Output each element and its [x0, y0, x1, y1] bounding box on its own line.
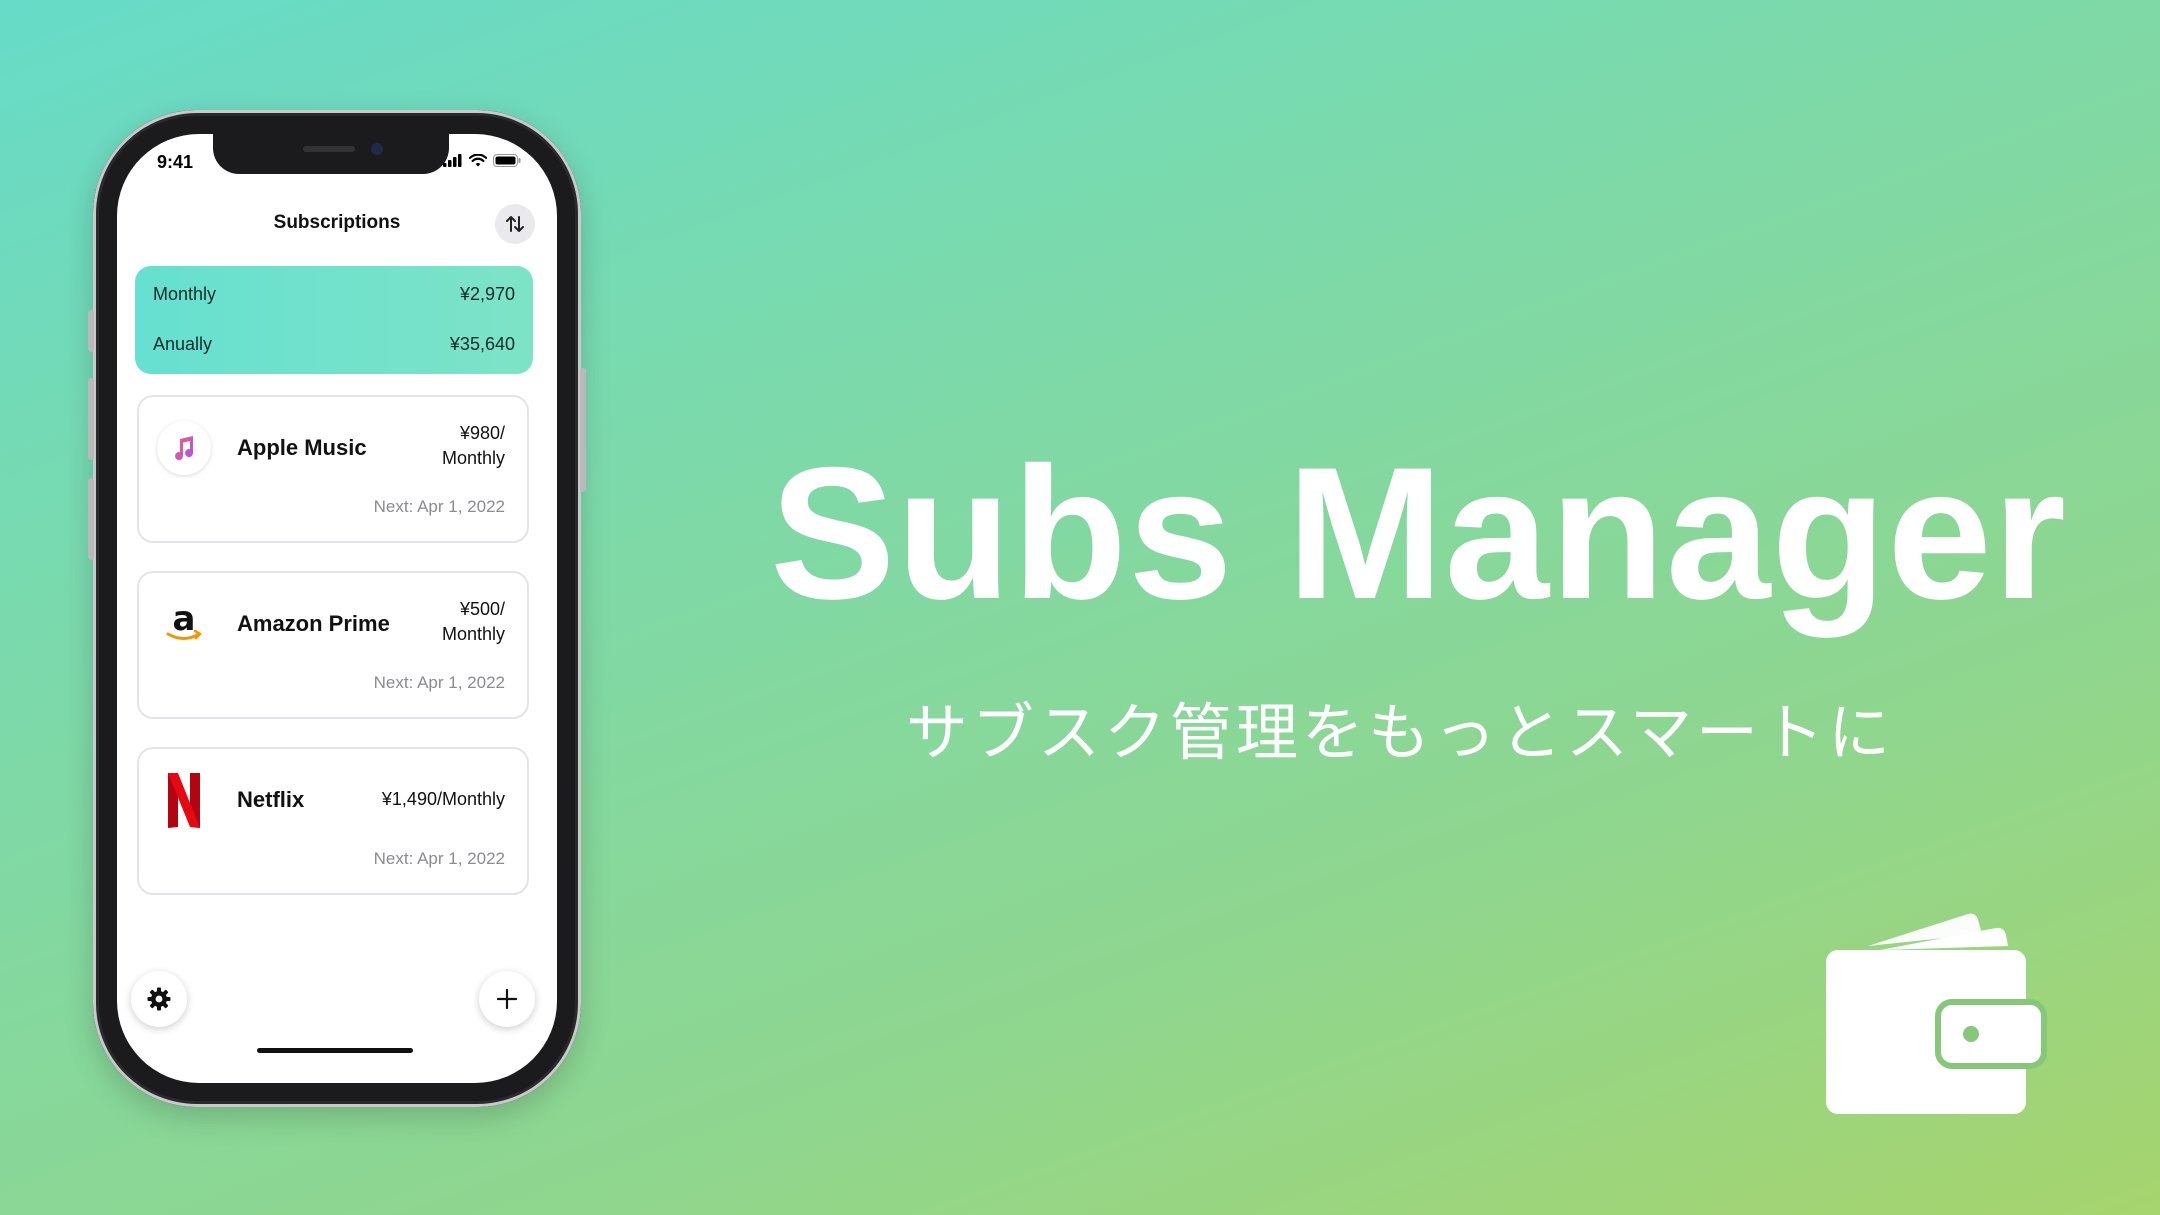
settings-button[interactable] — [131, 971, 187, 1027]
subscription-name: Netflix — [237, 787, 305, 812]
svg-text:a: a — [173, 599, 196, 639]
wifi-icon — [469, 154, 487, 167]
annual-total: ¥35,640 — [449, 334, 515, 354]
annual-label: Anually — [153, 334, 213, 354]
subscription-name: Apple Music — [237, 435, 367, 460]
status-time: 9:41 — [157, 152, 194, 172]
status-icons — [443, 154, 521, 167]
summary-card: Monthly ¥2,970 Anually ¥35,640 — [135, 266, 533, 374]
monthly-total: ¥2,970 — [459, 284, 515, 304]
price-period: Monthly — [441, 624, 505, 644]
price-amount: ¥980/ — [459, 423, 505, 443]
subscription-price: ¥980/ Monthly — [442, 421, 505, 471]
amazon-icon: a — [157, 597, 211, 651]
gear-icon — [147, 987, 171, 1011]
subscription-card-amazon-prime[interactable]: a Amazon Prime ¥500/ Monthly Next: Apr 1… — [137, 571, 529, 719]
battery-icon — [493, 154, 521, 167]
plus-icon — [496, 988, 518, 1010]
next-billing-date: Next: Apr 1, 2022 — [373, 673, 505, 692]
notch — [213, 134, 449, 174]
subscription-card-apple-music[interactable]: Apple Music ¥980/ Monthly Next: Apr 1, 2… — [137, 395, 529, 543]
monthly-label: Monthly — [153, 284, 217, 304]
speaker — [303, 146, 355, 152]
next-billing-date: Next: Apr 1, 2022 — [373, 497, 505, 516]
subscription-price: ¥1,490/Monthly — [381, 789, 505, 809]
next-billing-date: Next: Apr 1, 2022 — [373, 849, 505, 868]
silent-switch — [88, 310, 94, 352]
subscription-card-netflix[interactable]: Netflix ¥1,490/Monthly Next: Apr 1, 2022 — [137, 747, 529, 895]
volume-down-button — [88, 478, 94, 560]
volume-up-button — [88, 378, 94, 460]
sort-arrows-icon — [506, 216, 524, 232]
cellular-signal-icon — [443, 154, 462, 167]
page-title: Subscriptions — [273, 212, 401, 233]
apple-music-icon — [157, 421, 211, 475]
price-amount: ¥500/ — [459, 599, 505, 619]
phone-mockup: 9:41 Subscriptions Monthly ¥2,970 Anuall… — [88, 110, 586, 1107]
netflix-icon — [157, 773, 211, 828]
front-camera — [371, 143, 383, 155]
wallet-icon — [1826, 913, 2047, 1114]
sort-button[interactable] — [495, 204, 535, 244]
home-indicator — [257, 1048, 413, 1053]
subscription-name: Amazon Prime — [237, 611, 390, 636]
price-period: Monthly — [441, 448, 505, 468]
phone-screen: 9:41 Subscriptions Monthly ¥2,970 Anuall… — [117, 134, 557, 1083]
app-tagline: サブスク管理をもっとスマートに — [905, 699, 1895, 768]
subscription-price: ¥500/ Monthly — [442, 597, 505, 647]
add-subscription-button[interactable] — [479, 971, 535, 1027]
app-title: Subs Manager — [770, 428, 2067, 638]
power-button — [580, 368, 586, 492]
